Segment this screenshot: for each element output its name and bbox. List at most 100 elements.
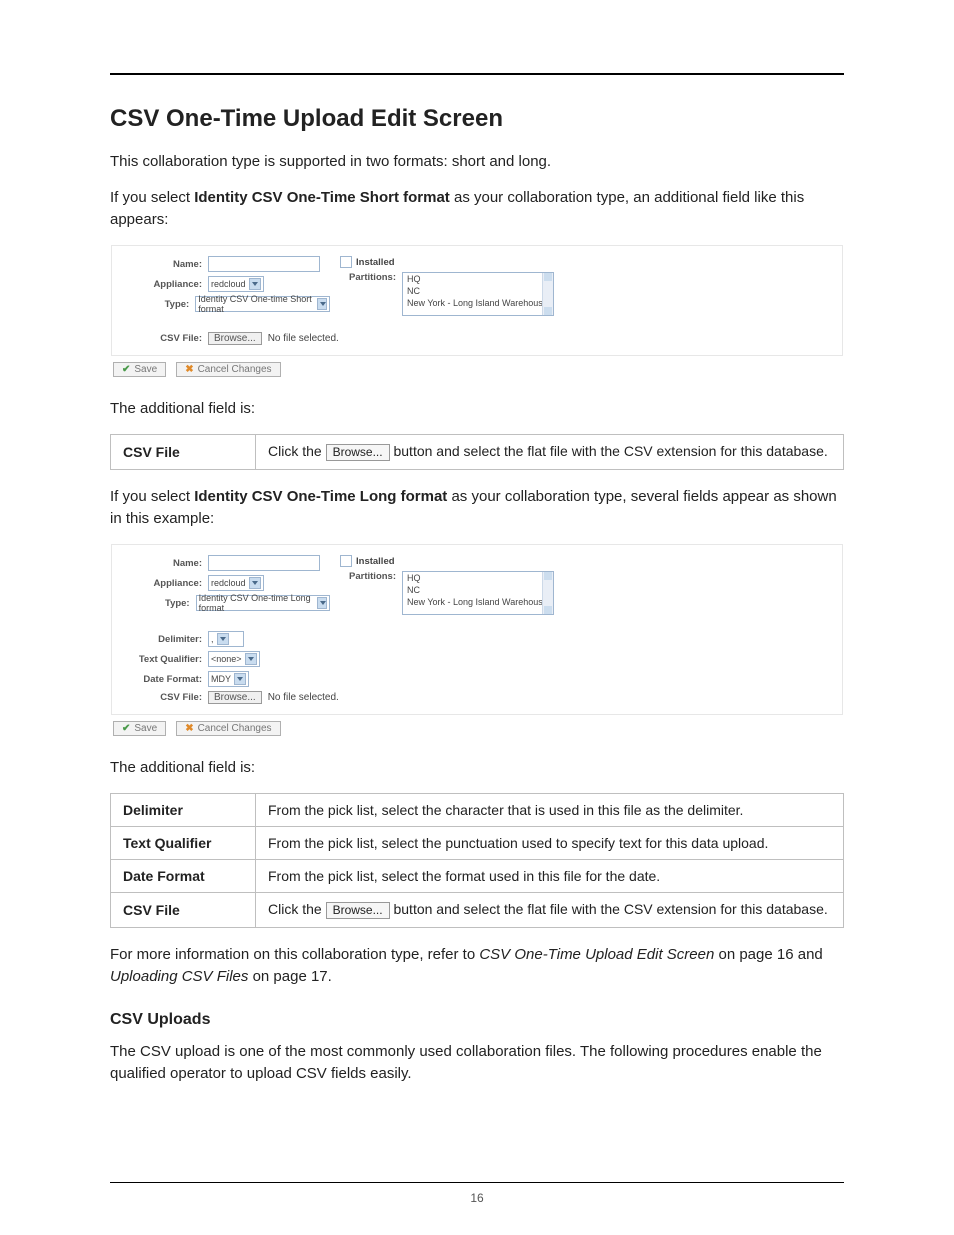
xref-2: Uploading CSV Files xyxy=(110,968,248,985)
cell-desc: Click the Browse... button and select th… xyxy=(256,435,844,470)
no-file-text: No file selected. xyxy=(268,333,339,344)
partitions-listbox[interactable]: HQ NC New York - Long Island Warehouse xyxy=(402,571,554,615)
cancel-button[interactable]: ✖ Cancel Changes xyxy=(176,362,280,377)
type-select[interactable]: Identity CSV One-time Long format xyxy=(196,595,330,611)
browse-button[interactable]: Browse... xyxy=(208,332,262,345)
bottom-rule xyxy=(110,1182,844,1183)
type-select[interactable]: Identity CSV One-time Short format xyxy=(195,296,330,312)
cell-key: CSV File xyxy=(111,893,256,928)
label-partitions: Partitions: xyxy=(340,272,402,283)
text: button and select the flat file with the… xyxy=(390,901,828,917)
save-label: Save xyxy=(134,364,157,375)
type-value: Identity CSV One-time Long format xyxy=(199,593,314,613)
cell-desc: From the pick list, select the format us… xyxy=(256,860,844,893)
appliance-select[interactable]: redcloud xyxy=(208,276,264,292)
delimiter-value: , xyxy=(211,634,214,644)
paragraph-1: This collaboration type is supported in … xyxy=(110,151,844,173)
text: Click the xyxy=(268,443,326,459)
partitions-listbox[interactable]: HQ NC New York - Long Island Warehouse xyxy=(402,272,554,316)
cell-key: Delimiter xyxy=(111,794,256,827)
list-item: New York - Long Island Warehouse xyxy=(403,596,553,608)
table-row: Text Qualifier From the pick list, selec… xyxy=(111,827,844,860)
label-delimiter: Delimiter: xyxy=(130,634,208,645)
cell-key: Date Format xyxy=(111,860,256,893)
cell-desc: Click the Browse... button and select th… xyxy=(256,893,844,928)
chevron-down-icon xyxy=(317,298,327,310)
cell-desc: From the pick list, select the character… xyxy=(256,794,844,827)
installed-checkbox[interactable] xyxy=(340,256,352,268)
list-item: New York - Long Island Warehouse xyxy=(403,297,553,309)
text: Click the xyxy=(268,901,326,917)
save-label: Save xyxy=(134,723,157,734)
xref-1: CSV One-Time Upload Edit Screen xyxy=(479,946,714,963)
label-installed: Installed xyxy=(356,257,395,268)
type-value: Identity CSV One-time Short format xyxy=(198,294,314,314)
cancel-button[interactable]: ✖Cancel Changes xyxy=(176,721,280,736)
label-name: Name: xyxy=(130,259,208,270)
table-row: CSV File Click the Browse... button and … xyxy=(111,893,844,928)
chevron-down-icon xyxy=(317,597,327,609)
screenshot-short-format: Name: Appliance: redcloud Type: Ident xyxy=(110,244,844,384)
no-file-text: No file selected. xyxy=(268,692,339,703)
date-format-select[interactable]: MDY xyxy=(208,671,249,687)
browse-button[interactable]: Browse... xyxy=(326,444,390,461)
paragraph-2: If you select Identity CSV One-Time Shor… xyxy=(110,187,844,231)
cell-key: Text Qualifier xyxy=(111,827,256,860)
table-row: Date Format From the pick list, select t… xyxy=(111,860,844,893)
list-item: HQ xyxy=(403,572,553,584)
text: If you select xyxy=(110,488,194,505)
check-icon: ✔ xyxy=(122,723,130,734)
top-rule xyxy=(110,73,844,75)
chevron-down-icon xyxy=(249,577,261,589)
browse-button[interactable]: Browse... xyxy=(326,902,390,919)
name-input[interactable] xyxy=(208,256,320,272)
text-qualifier-select[interactable]: <none> xyxy=(208,651,260,667)
appliance-value: redcloud xyxy=(211,279,246,289)
text: on page 16 and xyxy=(714,946,822,963)
label-appliance: Appliance: xyxy=(130,279,208,290)
label-name: Name: xyxy=(130,558,208,569)
text-qualifier-value: <none> xyxy=(211,654,242,664)
cell-desc: From the pick list, select the punctuati… xyxy=(256,827,844,860)
paragraph-5: The additional field is: xyxy=(110,757,844,779)
cancel-icon: ✖ xyxy=(185,723,193,734)
cancel-icon: ✖ xyxy=(185,364,193,375)
installed-checkbox[interactable] xyxy=(340,555,352,567)
table-short-fields: CSV File Click the Browse... button and … xyxy=(110,434,844,470)
paragraph-7: The CSV upload is one of the most common… xyxy=(110,1041,844,1085)
long-format-name: Identity CSV One-Time Long format xyxy=(194,488,447,505)
text: For more information on this collaborati… xyxy=(110,946,479,963)
label-text-qualifier: Text Qualifier: xyxy=(130,654,208,665)
screenshot-long-format: Name: Appliance: redcloud Type: Ident xyxy=(110,543,844,743)
browse-button[interactable]: Browse... xyxy=(208,691,262,704)
date-format-value: MDY xyxy=(211,674,231,684)
label-type: Type: xyxy=(130,598,196,609)
save-button[interactable]: ✔ Save xyxy=(113,721,166,736)
save-button[interactable]: ✔Save xyxy=(113,362,166,377)
table-row: Delimiter From the pick list, select the… xyxy=(111,794,844,827)
table-row: CSV File Click the Browse... button and … xyxy=(111,435,844,470)
paragraph-6: For more information on this collaborati… xyxy=(110,944,844,988)
name-input[interactable] xyxy=(208,555,320,571)
label-csv-file: CSV File: xyxy=(130,692,208,703)
label-installed: Installed xyxy=(356,556,395,567)
label-type: Type: xyxy=(130,299,195,310)
text: button and select the flat file with the… xyxy=(390,443,828,459)
chevron-down-icon xyxy=(245,653,257,665)
chevron-down-icon xyxy=(234,673,246,685)
list-item: NC xyxy=(403,285,553,297)
delimiter-select[interactable]: , xyxy=(208,631,244,647)
page-title: CSV One-Time Upload Edit Screen xyxy=(110,105,844,133)
text: on page 17. xyxy=(248,968,331,985)
label-csv-file: CSV File: xyxy=(130,333,208,344)
label-date-format: Date Format: xyxy=(130,674,208,685)
table-long-fields: Delimiter From the pick list, select the… xyxy=(110,793,844,928)
short-format-name: Identity CSV One-Time Short format xyxy=(194,189,450,206)
paragraph-3: The additional field is: xyxy=(110,398,844,420)
appliance-select[interactable]: redcloud xyxy=(208,575,264,591)
cancel-label: Cancel Changes xyxy=(198,364,272,375)
subsection-title: CSV Uploads xyxy=(110,1011,844,1029)
list-item: HQ xyxy=(403,273,553,285)
label-partitions: Partitions: xyxy=(340,571,402,582)
chevron-down-icon xyxy=(249,278,261,290)
